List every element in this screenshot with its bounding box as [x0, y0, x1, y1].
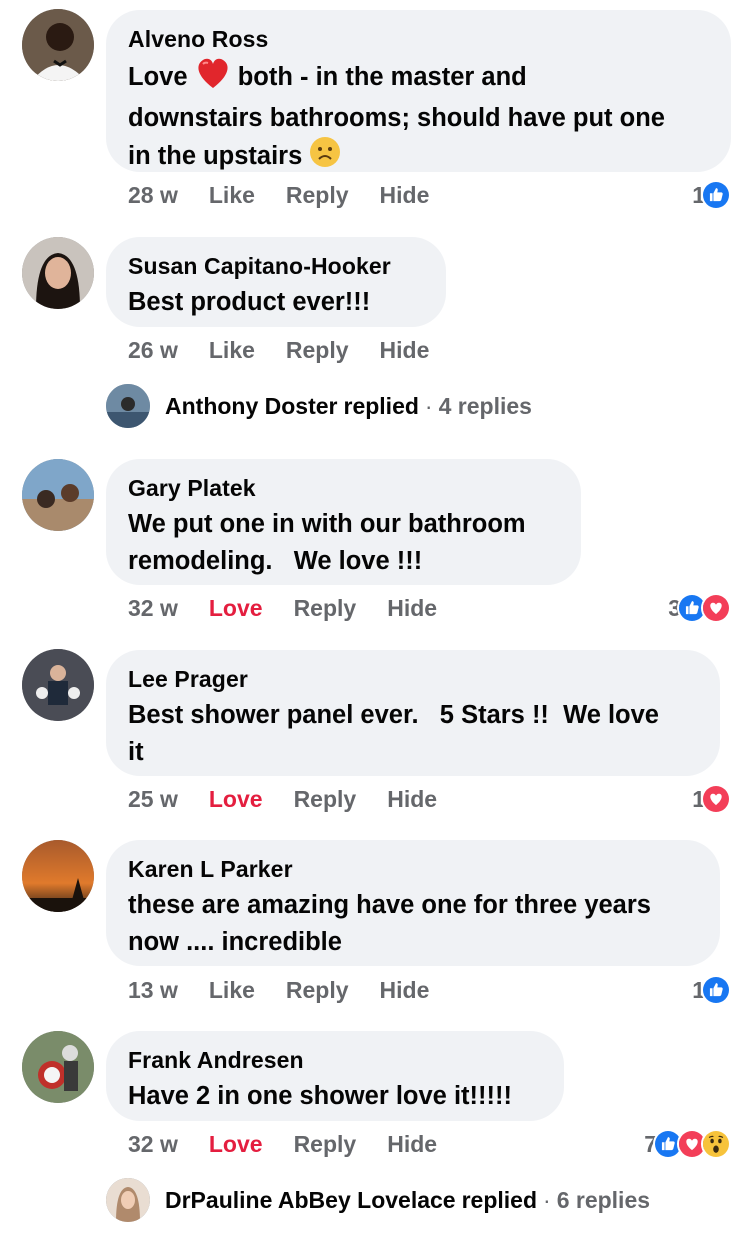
comment-author[interactable]: Frank Andresen — [128, 1046, 542, 1074]
reply-count: 4 replies — [438, 392, 532, 419]
hide-button[interactable]: Hide — [380, 977, 430, 1004]
reply-button[interactable]: Reply — [286, 182, 349, 209]
reply-button[interactable]: Reply — [294, 1131, 357, 1158]
like-icon — [701, 180, 731, 210]
separator: · — [543, 1186, 551, 1213]
comment-author[interactable]: Lee Prager — [128, 665, 698, 693]
reply-button[interactable]: Reply — [294, 595, 357, 622]
separator: · — [424, 392, 433, 419]
reply-button[interactable]: Reply — [294, 786, 357, 813]
view-replies-link[interactable]: Anthony Doster replied · 4 replies — [106, 384, 532, 428]
comment-text: Best product ever!!! — [128, 288, 371, 316]
comment-text-line: it — [128, 737, 144, 766]
comment-text-line: remodeling. We love !!! — [128, 546, 423, 575]
comment-text-part: both - in the master and — [237, 62, 527, 91]
love-button[interactable]: Love — [209, 786, 263, 813]
comment-actions: 26 w Like Reply Hide — [128, 335, 429, 365]
like-button[interactable]: Like — [209, 337, 255, 364]
reply-count: 6 replies — [556, 1186, 651, 1213]
reply-button[interactable]: Reply — [286, 337, 349, 364]
timestamp[interactable]: 32 w — [128, 1131, 178, 1158]
reply-author: Anthony Doster — [165, 392, 338, 419]
reaction-summary[interactable]: 3 — [668, 591, 731, 625]
reaction-summary[interactable]: 1 — [692, 178, 731, 212]
love-button[interactable]: Love — [209, 595, 263, 622]
comment-author[interactable]: Gary Platek — [128, 474, 559, 502]
comment-bubble: Lee Prager Best shower panel ever. 5 Sta… — [106, 650, 720, 776]
reaction-summary[interactable]: 1 — [692, 973, 731, 1007]
reaction-summary[interactable]: 7 — [644, 1127, 731, 1161]
comment-actions: 25 w Love Reply Hide — [128, 784, 437, 814]
comment-author[interactable]: Karen L Parker — [128, 855, 698, 883]
avatar[interactable] — [22, 237, 94, 309]
comment-author[interactable]: Susan Capitano-Hooker — [128, 252, 424, 280]
hide-button[interactable]: Hide — [387, 595, 437, 622]
hide-button[interactable]: Hide — [387, 1131, 437, 1158]
timestamp[interactable]: 13 w — [128, 977, 178, 1004]
timestamp[interactable]: 28 w — [128, 182, 178, 209]
avatar — [106, 384, 150, 428]
comment-text: Have 2 in one shower love it!!!!! — [128, 1082, 512, 1110]
timestamp[interactable]: 26 w — [128, 337, 178, 364]
avatar[interactable] — [22, 459, 94, 531]
comment-bubble: Susan Capitano-Hooker Best product ever!… — [106, 237, 446, 327]
hide-button[interactable]: Hide — [380, 337, 430, 364]
avatar[interactable] — [22, 1031, 94, 1103]
comment-actions: 28 w Like Reply Hide — [128, 180, 429, 210]
comment-actions: 32 w Love Reply Hide — [128, 1129, 437, 1159]
replied-label: replied — [343, 392, 419, 419]
avatar[interactable] — [22, 9, 94, 81]
comment-text: We put one in with our bathroom remodeli… — [128, 506, 559, 579]
replied-label: replied — [461, 1186, 538, 1213]
avatar[interactable] — [22, 649, 94, 721]
reaction-summary[interactable]: 1 — [692, 782, 731, 816]
like-button[interactable]: Like — [209, 182, 255, 209]
view-replies-link[interactable]: DrPauline AbBey Lovelace replied · 6 rep… — [106, 1178, 650, 1222]
reply-author: DrPauline AbBey Lovelace — [165, 1186, 456, 1213]
comment-text-part: Love — [128, 62, 188, 91]
comment-text-line: in the upstairs — [128, 141, 303, 170]
hide-button[interactable]: Hide — [387, 786, 437, 813]
comment-bubble: Frank Andresen Have 2 in one shower love… — [106, 1031, 564, 1121]
comment-author[interactable]: Alveno Ross — [128, 25, 709, 53]
comment-text: Love both - in the master and downstairs… — [128, 57, 709, 179]
timestamp[interactable]: 32 w — [128, 595, 178, 622]
love-icon — [701, 593, 731, 623]
comment-text: Best shower panel ever. 5 Stars !! We lo… — [128, 697, 698, 770]
red-heart-icon — [195, 57, 231, 100]
comment-text-line: downstairs bathrooms; should have put on… — [128, 103, 665, 132]
comment-bubble: Alveno Ross Love both - in the master an… — [106, 10, 731, 172]
avatar — [106, 1178, 150, 1222]
comment-text-line: these are amazing have one for three yea… — [128, 891, 651, 919]
avatar[interactable] — [22, 840, 94, 912]
comment-text-line: now .... incredible — [128, 927, 342, 956]
comment-bubble: Gary Platek We put one in with our bathr… — [106, 459, 581, 585]
sad-face-icon — [309, 136, 341, 179]
comment-text-line: We put one in with our bathroom — [128, 510, 526, 538]
comment-actions: 32 w Love Reply Hide — [128, 593, 437, 623]
reply-button[interactable]: Reply — [286, 977, 349, 1004]
love-button[interactable]: Love — [209, 1131, 263, 1158]
comment-actions: 13 w Like Reply Hide — [128, 975, 429, 1005]
comment-bubble: Karen L Parker these are amazing have on… — [106, 840, 720, 966]
wow-icon — [701, 1129, 731, 1159]
timestamp[interactable]: 25 w — [128, 786, 178, 813]
hide-button[interactable]: Hide — [380, 182, 430, 209]
love-icon — [701, 784, 731, 814]
comment-text-line: Best shower panel ever. 5 Stars !! We lo… — [128, 701, 659, 729]
comment-text: these are amazing have one for three yea… — [128, 887, 698, 960]
like-button[interactable]: Like — [209, 977, 255, 1004]
like-icon — [701, 975, 731, 1005]
